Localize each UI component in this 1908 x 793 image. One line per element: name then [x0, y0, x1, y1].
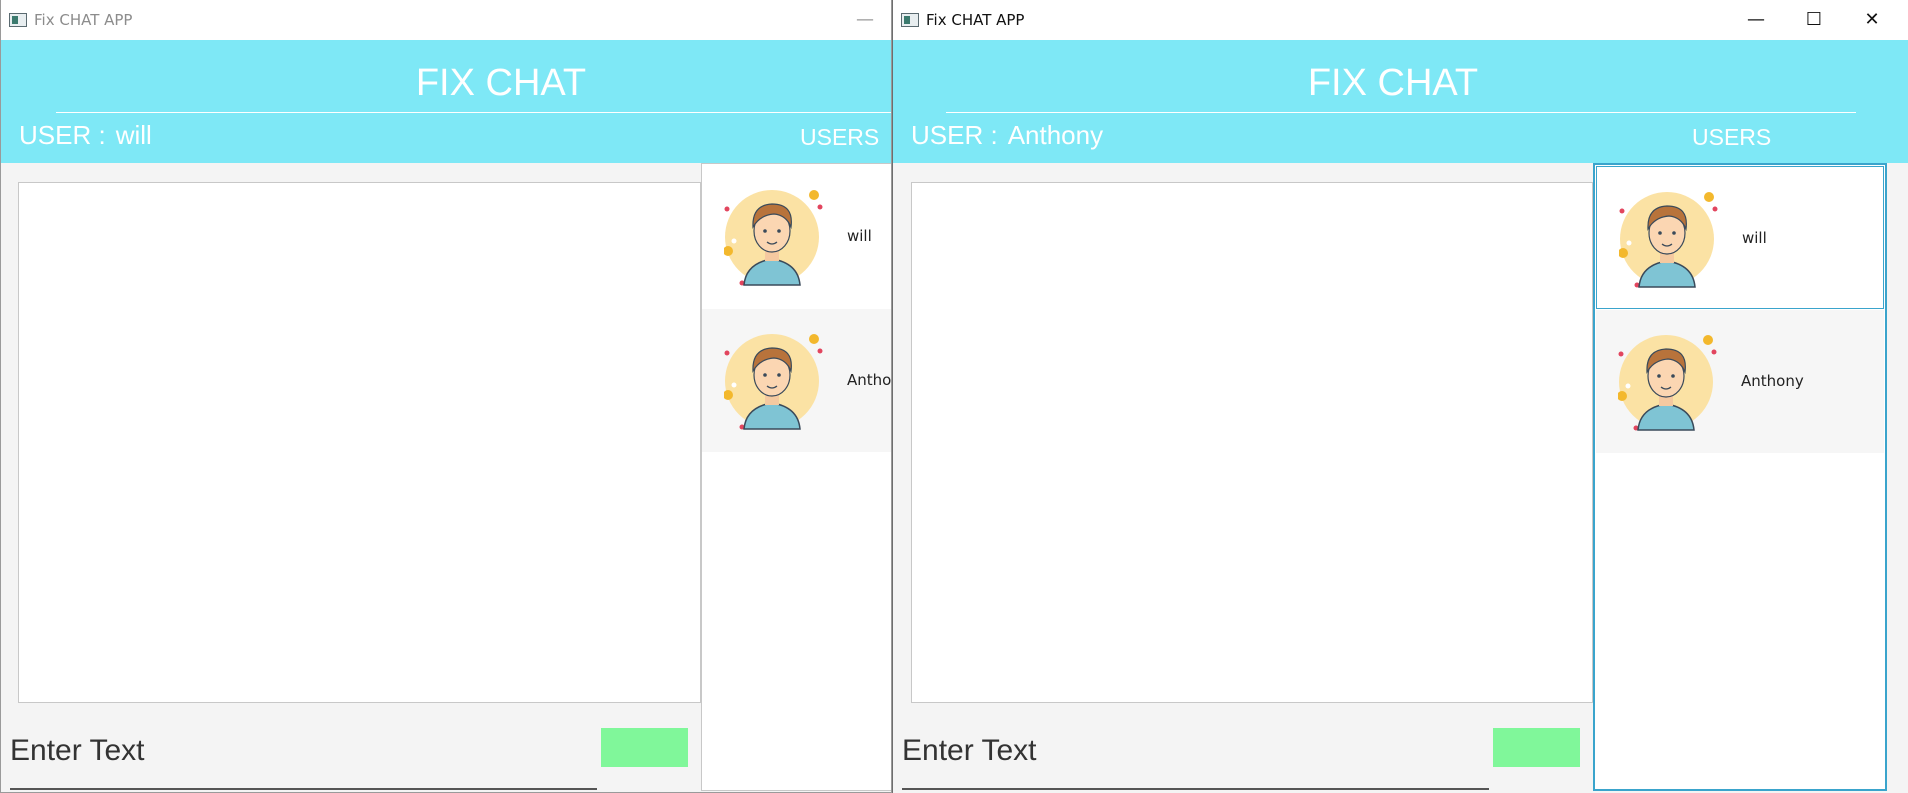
- input-underline: [10, 788, 597, 790]
- chat-messages-area[interactable]: [911, 182, 1593, 703]
- title-bar[interactable]: Fix CHAT APP —: [1, 0, 891, 40]
- send-button[interactable]: [601, 728, 688, 767]
- user-prefix: USER :: [19, 120, 106, 150]
- boy-avatar-icon: [1619, 189, 1719, 289]
- input-underline: [902, 788, 1489, 790]
- minimize-button[interactable]: —: [836, 0, 891, 40]
- current-user-label: USER : will: [19, 120, 152, 151]
- user-list-name: will: [1742, 229, 1767, 247]
- user-list-item[interactable]: Anthony: [1596, 310, 1884, 453]
- maximize-button[interactable]: ☐: [1785, 0, 1843, 40]
- app-icon: [9, 13, 27, 27]
- title-bar[interactable]: Fix CHAT APP — ☐ ✕: [893, 0, 1908, 40]
- chat-window-anthony: Fix CHAT APP — ☐ ✕ FIX CHAT USER : Anthon…: [892, 0, 1908, 793]
- users-list[interactable]: will Anthony: [1593, 163, 1887, 791]
- title-divider: [56, 112, 891, 113]
- app-title: FIX CHAT: [415, 62, 587, 104]
- message-input[interactable]: Enter Text: [902, 734, 1037, 768]
- user-list-name: Anthony: [847, 371, 892, 389]
- send-button[interactable]: [1493, 728, 1580, 767]
- app-header: FIX CHAT USER : will USERS: [1, 40, 891, 163]
- user-list-item-selected[interactable]: will: [1596, 166, 1884, 309]
- user-list-name: Anthony: [1741, 372, 1804, 390]
- boy-avatar-icon: [724, 331, 824, 431]
- user-prefix: USER :: [911, 120, 998, 150]
- users-list[interactable]: will Anthony: [701, 163, 892, 791]
- current-user-name: will: [115, 120, 152, 150]
- title-divider: [946, 112, 1856, 113]
- window-title: Fix CHAT APP: [926, 11, 1025, 29]
- message-input[interactable]: Enter Text: [10, 734, 145, 768]
- boy-avatar-icon: [1618, 332, 1718, 432]
- current-user-label: USER : Anthony: [911, 120, 1103, 151]
- boy-avatar-icon: [724, 187, 824, 287]
- minimize-button[interactable]: —: [1727, 0, 1785, 40]
- app-title: FIX CHAT: [1307, 62, 1479, 104]
- user-list-name: will: [847, 227, 872, 245]
- app-header: FIX CHAT USER : Anthony USERS: [893, 40, 1908, 163]
- current-user-name: Anthony: [1007, 120, 1104, 150]
- app-icon: [901, 13, 919, 27]
- window-title: Fix CHAT APP: [34, 11, 133, 29]
- users-heading: USERS: [800, 124, 880, 150]
- chat-window-will: Fix CHAT APP — FIX CHAT USER : will USERS…: [0, 0, 892, 793]
- chat-messages-area[interactable]: [18, 182, 701, 703]
- close-button[interactable]: ✕: [1843, 0, 1901, 40]
- users-heading: USERS: [1692, 124, 1772, 150]
- user-list-item[interactable]: will: [702, 165, 891, 308]
- user-list-item[interactable]: Anthony: [702, 309, 892, 452]
